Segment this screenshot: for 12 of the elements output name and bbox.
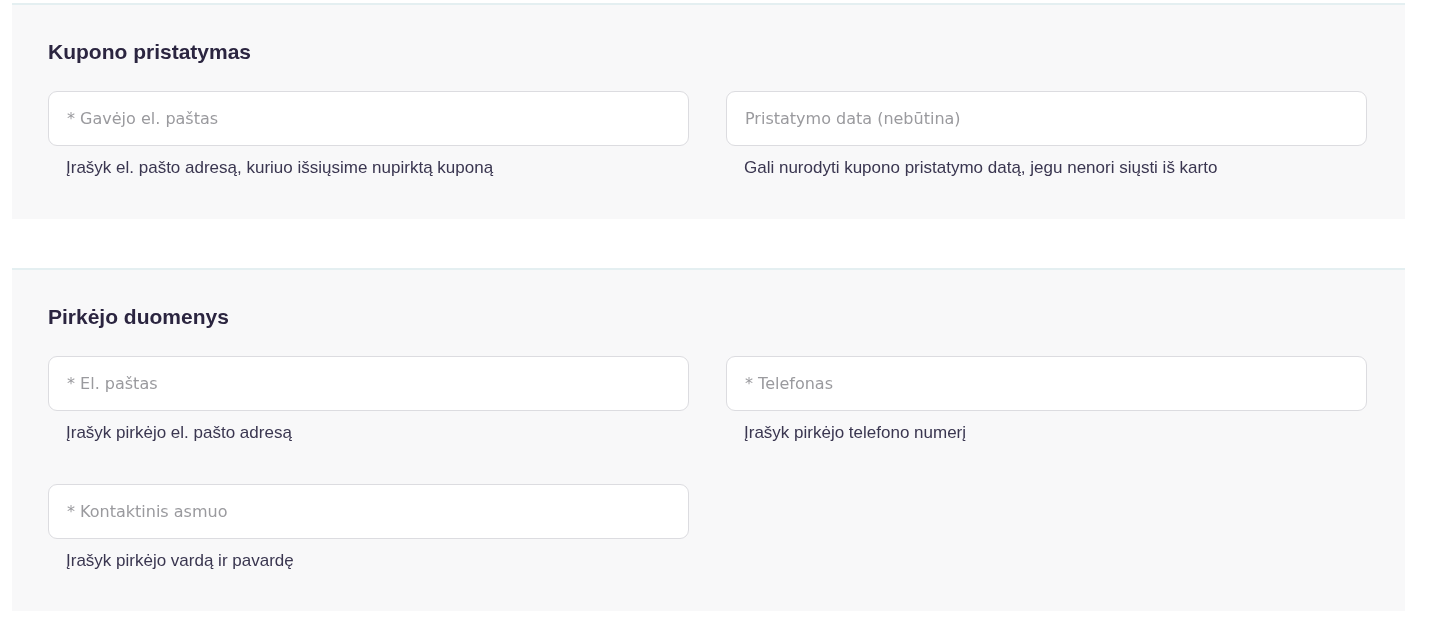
- input-field[interactable]: * Kontaktinis asmuo: [48, 484, 689, 539]
- field-helper-text: Gali nurodyti kupono pristatymo datą, jegu nenori siųsti iš karto: [744, 157, 1219, 179]
- field-helper-text: Įrašyk pirkėjo telefono numerį: [744, 422, 968, 444]
- input-field[interactable]: * Gavėjo el. paštas: [48, 91, 689, 146]
- input-field[interactable]: * Telefonas: [726, 356, 1367, 411]
- section-heading: Pirkėjo duomenys: [48, 304, 230, 330]
- section-heading: Kupono pristatymas: [48, 39, 253, 65]
- field-helper-text: Įrašyk pirkėjo vardą ir pavardę: [66, 550, 295, 572]
- field-helper-text: Įrašyk pirkėjo el. pašto adresą: [66, 422, 293, 444]
- input-field[interactable]: * El. paštas: [48, 356, 689, 411]
- input-field[interactable]: Pristatymo data (nebūtina): [726, 91, 1367, 146]
- field-helper-text: Įrašyk el. pašto adresą, kuriuo išsiųsime nupirktą kuponą: [66, 157, 495, 179]
